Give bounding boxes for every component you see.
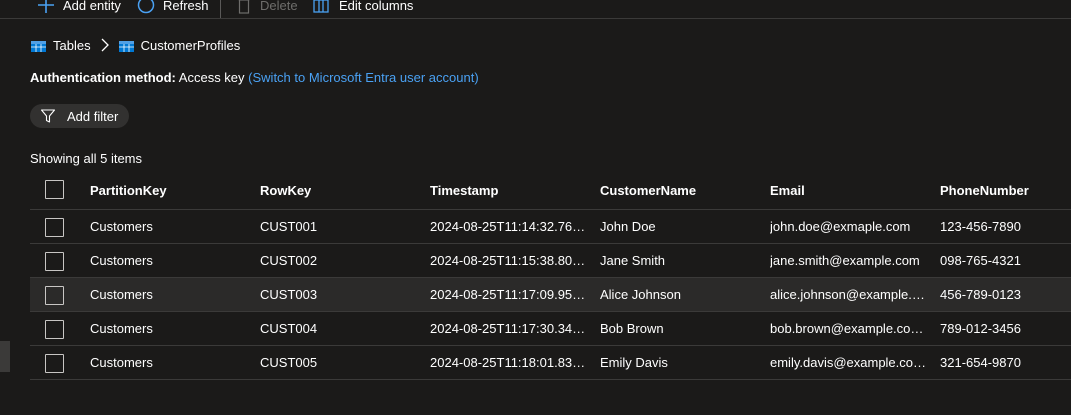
breadcrumb-current-label: CustomerProfiles [140, 37, 241, 53]
add-entity-label: Add entity [63, 0, 121, 13]
refresh-button[interactable]: Refresh [137, 0, 209, 18]
table-row[interactable]: Customers CUST002 2024-08-25T11:15:38.80… [30, 244, 1071, 278]
column-header[interactable]: Timestamp [430, 172, 590, 209]
cell-customername: John Doe [600, 219, 656, 234]
cell-timestamp: 2024-08-25T11:17:09.95… [430, 287, 586, 302]
column-header[interactable]: RowKey [260, 172, 420, 209]
sidebar-edge [0, 341, 10, 372]
funnel-icon [41, 109, 55, 123]
refresh-icon [137, 0, 155, 14]
breadcrumb-tables[interactable]: Tables [31, 38, 91, 53]
add-filter-label: Add filter [67, 109, 119, 124]
cell-email: alice.johnson@example.… [770, 287, 925, 302]
edit-columns-button[interactable]: Edit columns [313, 0, 413, 18]
cell-partitionkey: Customers [90, 253, 153, 268]
table-row[interactable]: Customers CUST001 2024-08-25T11:14:32.76… [30, 210, 1071, 244]
column-header[interactable]: PartitionKey [90, 172, 250, 209]
table-row[interactable]: Customers CUST004 2024-08-25T11:17:30.34… [30, 312, 1071, 346]
delete-button[interactable]: Delete [238, 0, 298, 18]
item-count: Showing all 5 items [30, 151, 142, 166]
cell-partitionkey: Customers [90, 219, 153, 234]
command-bar: Add entity Refresh Delete Edit columns [0, 0, 1071, 19]
cell-phonenumber: 098-765-4321 [940, 253, 1021, 268]
row-checkbox[interactable] [45, 252, 64, 271]
table-icon [118, 40, 134, 52]
cell-partitionkey: Customers [90, 355, 153, 370]
auth-method: Authentication method: Access key (Switc… [30, 70, 479, 85]
cell-phonenumber: 789-012-3456 [940, 321, 1021, 336]
select-all-checkbox[interactable] [45, 180, 64, 199]
edit-columns-label: Edit columns [339, 0, 414, 13]
column-header[interactable]: PhoneNumber [940, 172, 1065, 209]
delete-label: Delete [260, 0, 298, 13]
table-row[interactable]: Customers CUST005 2024-08-25T11:18:01.83… [30, 346, 1071, 380]
cell-email: bob.brown@example.co… [770, 321, 924, 336]
plus-icon [37, 0, 55, 14]
table-icon [31, 40, 46, 52]
column-header[interactable]: Email [770, 172, 930, 209]
table-row[interactable]: Customers CUST003 2024-08-25T11:17:09.95… [30, 278, 1071, 312]
refresh-label: Refresh [163, 0, 209, 13]
row-checkbox[interactable] [45, 320, 64, 339]
breadcrumb-current: CustomerProfiles [118, 37, 241, 53]
edit-columns-icon [313, 0, 331, 14]
add-entity-button[interactable]: Add entity [37, 0, 121, 18]
breadcrumb: Tables CustomerProfiles [31, 36, 240, 54]
cell-rowkey: CUST001 [260, 219, 318, 234]
cell-customername: Jane Smith [600, 253, 666, 268]
cell-timestamp: 2024-08-25T11:17:30.34… [430, 321, 586, 336]
cell-rowkey: CUST002 [260, 253, 318, 268]
cell-phonenumber: 123-456-7890 [940, 219, 1021, 234]
cell-partitionkey: Customers [90, 287, 153, 302]
table-header: PartitionKey RowKey Timestamp CustomerNa… [30, 172, 1071, 210]
breadcrumb-tables-label: Tables [53, 37, 91, 53]
cell-customername: Emily Davis [600, 355, 668, 370]
switch-auth-link[interactable]: (Switch to Microsoft Entra user account) [248, 70, 478, 85]
cell-customername: Bob Brown [600, 321, 664, 336]
cell-rowkey: CUST004 [260, 321, 318, 336]
cell-partitionkey: Customers [90, 321, 153, 336]
cell-email: emily.davis@example.co… [770, 355, 927, 370]
row-checkbox[interactable] [45, 354, 64, 373]
cell-rowkey: CUST003 [260, 287, 318, 302]
cell-phonenumber: 456-789-0123 [940, 287, 1021, 302]
entity-table: PartitionKey RowKey Timestamp CustomerNa… [30, 172, 1071, 380]
cell-email: jane.smith@example.com [770, 253, 920, 268]
cell-phonenumber: 321-654-9870 [940, 355, 1021, 370]
add-filter-button[interactable]: Add filter [30, 104, 129, 128]
auth-method-label: Authentication method: [30, 70, 176, 85]
cell-timestamp: 2024-08-25T11:18:01.83… [430, 355, 586, 370]
cell-customername: Alice Johnson [600, 287, 681, 302]
cell-timestamp: 2024-08-25T11:15:38.80… [430, 253, 586, 268]
cell-timestamp: 2024-08-25T11:14:32.76… [430, 219, 586, 234]
trash-icon [238, 0, 250, 14]
row-checkbox[interactable] [45, 218, 64, 237]
chevron-right-icon [101, 38, 109, 52]
cell-email: john.doe@exmaple.com [770, 219, 911, 234]
row-checkbox[interactable] [45, 286, 64, 305]
auth-method-value: Access key [178, 70, 245, 85]
toolbar-divider [220, 0, 221, 18]
cell-rowkey: CUST005 [260, 355, 318, 370]
column-header[interactable]: CustomerName [600, 172, 760, 209]
